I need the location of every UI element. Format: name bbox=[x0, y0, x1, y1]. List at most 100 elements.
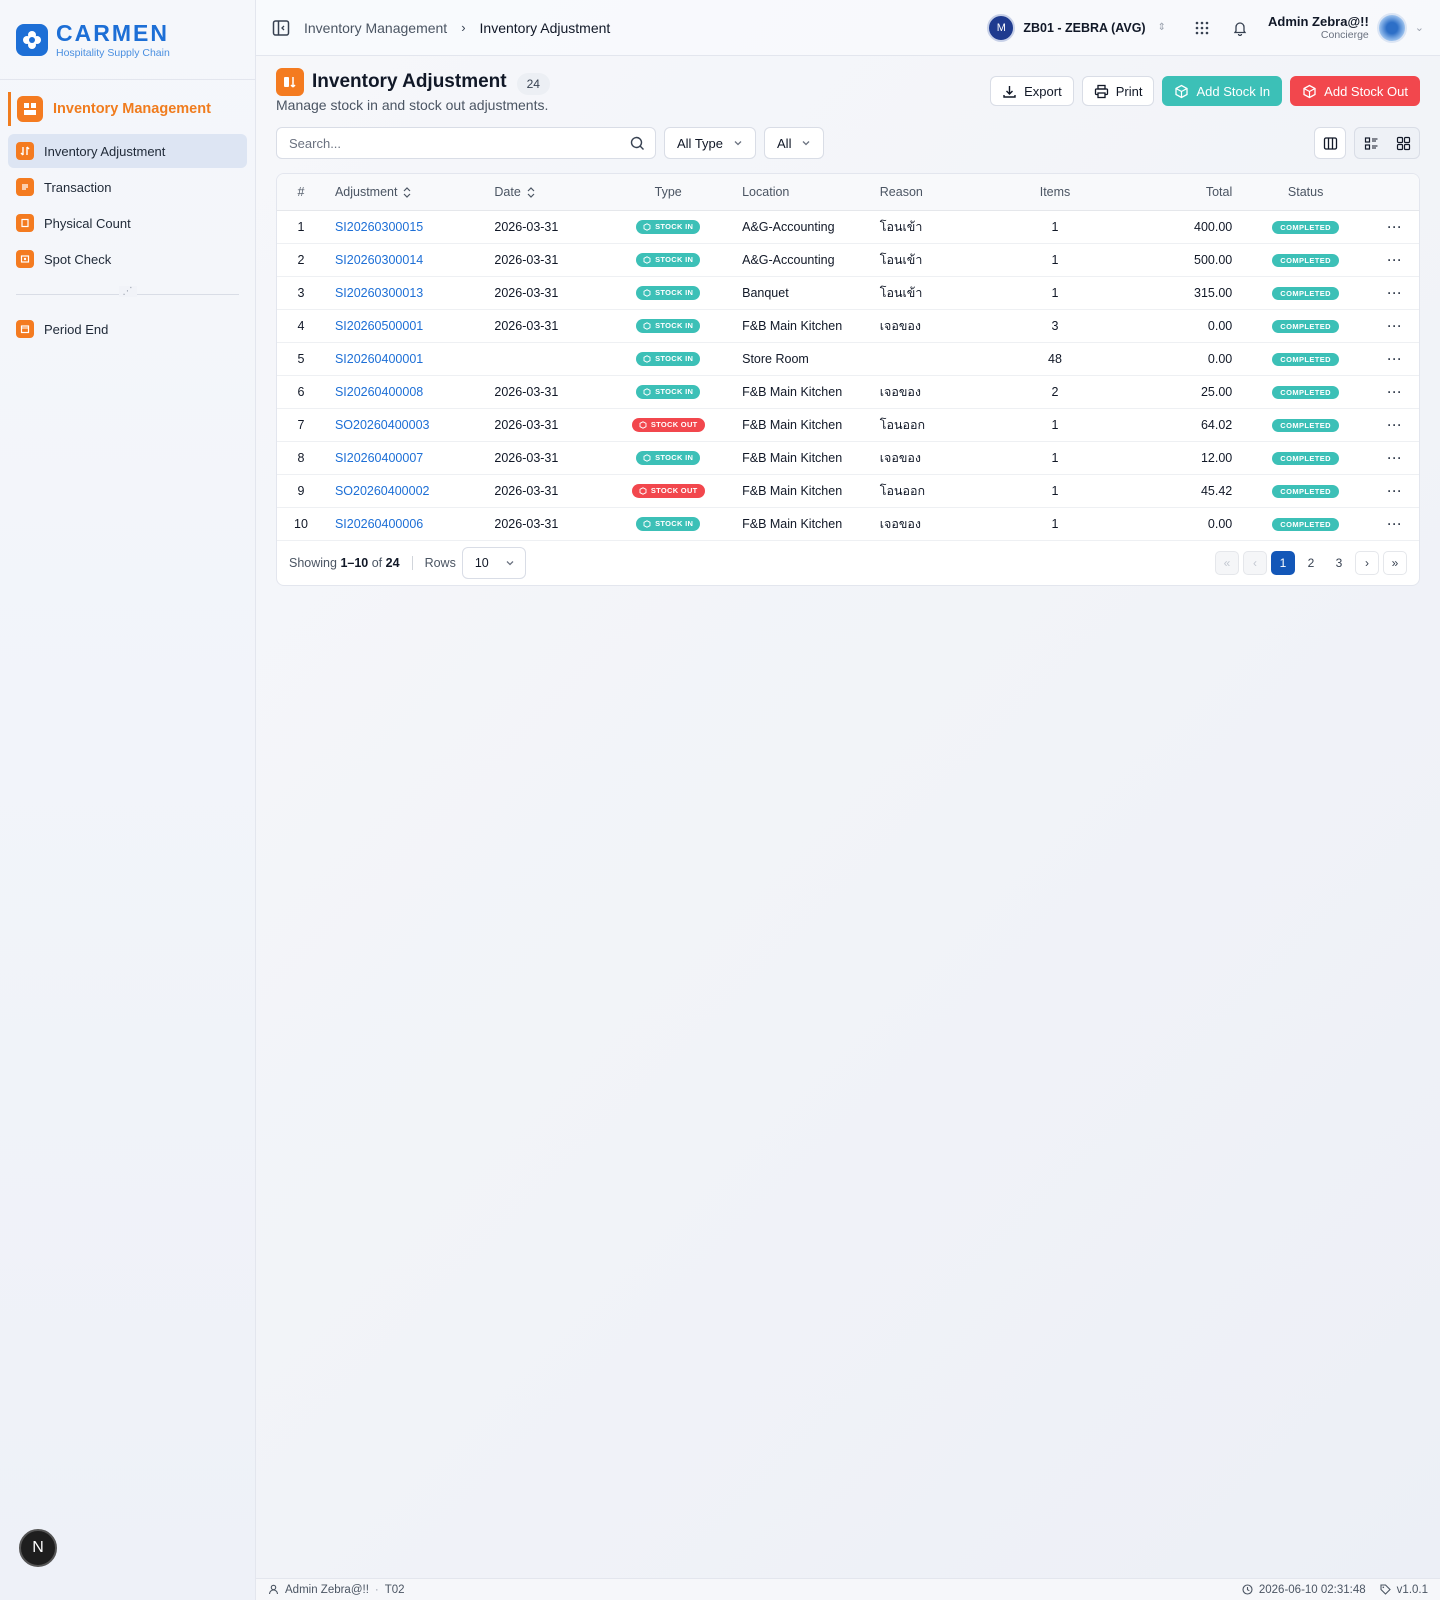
row-number: 8 bbox=[277, 441, 325, 475]
table-row[interactable]: 2 SI20260300014 2026-03-31 STOCK IN A&G-Acco… bbox=[277, 243, 1419, 277]
list-view-icon bbox=[1364, 136, 1377, 150]
page-button-2[interactable]: 2 bbox=[1299, 551, 1323, 575]
col-header-adjustment[interactable]: Adjustment bbox=[324, 174, 489, 211]
status-filter-select[interactable]: All bbox=[764, 127, 825, 159]
table-row[interactable]: 7 SO20260400003 2026-03-31 STOCK OUT F&B Mai… bbox=[277, 408, 1419, 442]
business-unit-switcher[interactable]: M ZB01 - ZEBRA (AVG) ⇕ bbox=[987, 13, 1166, 42]
row-date: 2026-03-31 bbox=[488, 441, 609, 475]
more-actions-icon[interactable]: ··· bbox=[1388, 517, 1403, 531]
row-items: 1 bbox=[1011, 243, 1099, 277]
carmen-logo-icon bbox=[16, 23, 48, 56]
sidebar-item-inventory-adjustment[interactable]: Inventory Adjustment bbox=[8, 134, 247, 168]
showing-label: Showing bbox=[289, 555, 337, 570]
download-icon bbox=[1003, 85, 1016, 98]
col-header-total: Total bbox=[1098, 174, 1241, 211]
type-badge: STOCK IN bbox=[636, 516, 701, 531]
row-total: 0.00 bbox=[1098, 309, 1241, 343]
search-placeholder: Search... bbox=[289, 135, 342, 151]
type-badge: STOCK IN bbox=[636, 351, 701, 366]
table-row[interactable]: 5 SI20260400001 STOCK IN Store Room 48 0.00 CO… bbox=[277, 342, 1419, 376]
adjustment-link[interactable]: SI20260500001 bbox=[335, 319, 423, 333]
grid-view-button[interactable] bbox=[1387, 128, 1419, 158]
more-actions-icon[interactable]: ··· bbox=[1388, 319, 1403, 333]
type-filter-select[interactable]: All Type bbox=[664, 127, 757, 159]
breadcrumb-parent[interactable]: Inventory Management bbox=[304, 20, 447, 36]
columns-toggle-button[interactable] bbox=[1314, 127, 1346, 159]
table-row[interactable]: 1 SI20260300015 2026-03-31 STOCK IN A&G-Acco… bbox=[277, 210, 1419, 244]
adjustment-link[interactable]: SI20260300013 bbox=[335, 286, 423, 300]
table-row[interactable]: 4 SI20260500001 2026-03-31 STOCK IN F&B Main… bbox=[277, 309, 1419, 343]
package-icon bbox=[639, 420, 647, 429]
page-button-3[interactable]: 3 bbox=[1327, 551, 1351, 575]
page-subtitle: Manage stock in and stock out adjustment… bbox=[276, 97, 549, 113]
adjustment-link[interactable]: SI20260300014 bbox=[335, 253, 423, 267]
col-header-num: # bbox=[277, 174, 325, 211]
more-actions-icon[interactable]: ··· bbox=[1388, 451, 1403, 465]
col-header-date[interactable]: Date bbox=[488, 174, 609, 211]
adjustment-link[interactable]: SO20260400002 bbox=[335, 484, 430, 498]
more-actions-icon[interactable]: ··· bbox=[1388, 385, 1403, 399]
sidebar-item-period-end[interactable]: Period End bbox=[8, 312, 247, 346]
sidebar-item-physical-count[interactable]: Physical Count bbox=[8, 206, 247, 240]
adjustment-link[interactable]: SI20260400006 bbox=[335, 517, 423, 531]
add-stock-out-button[interactable]: Add Stock Out bbox=[1290, 76, 1420, 106]
row-date: 2026-03-31 bbox=[488, 243, 609, 277]
print-button[interactable]: Print bbox=[1081, 76, 1155, 106]
row-date: 2026-03-31 bbox=[488, 507, 609, 541]
brand[interactable]: CARMEN Hospitality Supply Chain bbox=[0, 0, 255, 80]
sort-icon bbox=[527, 187, 535, 198]
rows-per-page-select[interactable]: 10 bbox=[461, 546, 526, 579]
package-icon bbox=[643, 321, 651, 330]
clipboard-icon bbox=[16, 214, 34, 232]
table-row[interactable]: 8 SI20260400007 2026-03-31 STOCK IN F&B Main… bbox=[277, 441, 1419, 475]
apps-grid-icon[interactable] bbox=[1194, 20, 1210, 36]
adjustment-link[interactable]: SI20260300015 bbox=[335, 220, 423, 234]
package-minus-icon bbox=[1303, 84, 1316, 98]
adjustment-link[interactable]: SI20260400008 bbox=[335, 385, 423, 399]
more-actions-icon[interactable]: ··· bbox=[1388, 352, 1403, 366]
count-badge: 24 bbox=[516, 72, 550, 95]
row-total: 500.00 bbox=[1098, 243, 1241, 277]
separator-dot: · bbox=[374, 1583, 379, 1596]
adjustment-link[interactable]: SI20260400007 bbox=[335, 451, 423, 465]
user-menu[interactable]: Admin Zebra@!! Concierge ⌄ bbox=[1268, 12, 1424, 43]
add-stock-in-label: Add Stock In bbox=[1196, 83, 1271, 99]
next-page-button[interactable]: › bbox=[1355, 550, 1379, 575]
sidebar-toggle-icon[interactable] bbox=[272, 19, 290, 37]
next-dev-badge[interactable]: N bbox=[19, 1529, 57, 1567]
list-view-button[interactable] bbox=[1355, 128, 1387, 158]
showing-range: 1–10 bbox=[340, 555, 369, 570]
adjustment-link[interactable]: SO20260400003 bbox=[335, 418, 430, 432]
more-actions-icon[interactable]: ··· bbox=[1388, 286, 1403, 300]
row-reason: โอนออก bbox=[869, 408, 1012, 442]
search-input[interactable]: Search... bbox=[276, 127, 656, 159]
bell-icon[interactable] bbox=[1232, 20, 1248, 36]
row-reason: โอนเข้า bbox=[869, 210, 1012, 244]
sidebar-item-spot-check[interactable]: Spot Check bbox=[8, 242, 247, 276]
more-actions-icon[interactable]: ··· bbox=[1388, 253, 1403, 267]
table-row[interactable]: 3 SI20260300013 2026-03-31 STOCK IN Banquet โ… bbox=[277, 276, 1419, 310]
sidebar-item-transaction[interactable]: Transaction bbox=[8, 170, 247, 204]
export-button[interactable]: Export bbox=[990, 76, 1074, 106]
first-page-button[interactable]: « bbox=[1215, 550, 1239, 575]
add-stock-in-button[interactable]: Add Stock In bbox=[1162, 76, 1283, 106]
table-row[interactable]: 9 SO20260400002 2026-03-31 STOCK OUT F&B Mai… bbox=[277, 474, 1419, 508]
more-actions-icon[interactable]: ··· bbox=[1388, 220, 1403, 234]
table-row[interactable]: 10 SI20260400006 2026-03-31 STOCK IN F&B Mai… bbox=[277, 507, 1419, 541]
prev-page-button[interactable]: ‹ bbox=[1243, 550, 1267, 575]
package-icon bbox=[643, 288, 651, 297]
last-page-button[interactable]: » bbox=[1383, 550, 1407, 575]
status-badge: COMPLETED bbox=[1272, 386, 1339, 399]
table-row[interactable]: 6 SI20260400008 2026-03-31 STOCK IN F&B Main… bbox=[277, 375, 1419, 409]
row-number: 3 bbox=[277, 276, 325, 310]
grid-view-icon bbox=[1396, 136, 1410, 150]
spot-check-icon bbox=[16, 250, 34, 268]
module-inventory-management[interactable]: Inventory Management bbox=[8, 92, 247, 126]
page-button-1[interactable]: 1 bbox=[1271, 550, 1295, 575]
more-actions-icon[interactable]: ··· bbox=[1388, 418, 1403, 432]
more-actions-icon[interactable]: ··· bbox=[1388, 484, 1403, 498]
adjustment-link[interactable]: SI20260400001 bbox=[335, 352, 423, 366]
status-badge: COMPLETED bbox=[1272, 518, 1339, 531]
row-total: 45.42 bbox=[1098, 474, 1241, 508]
type-badge: STOCK IN bbox=[636, 318, 701, 333]
